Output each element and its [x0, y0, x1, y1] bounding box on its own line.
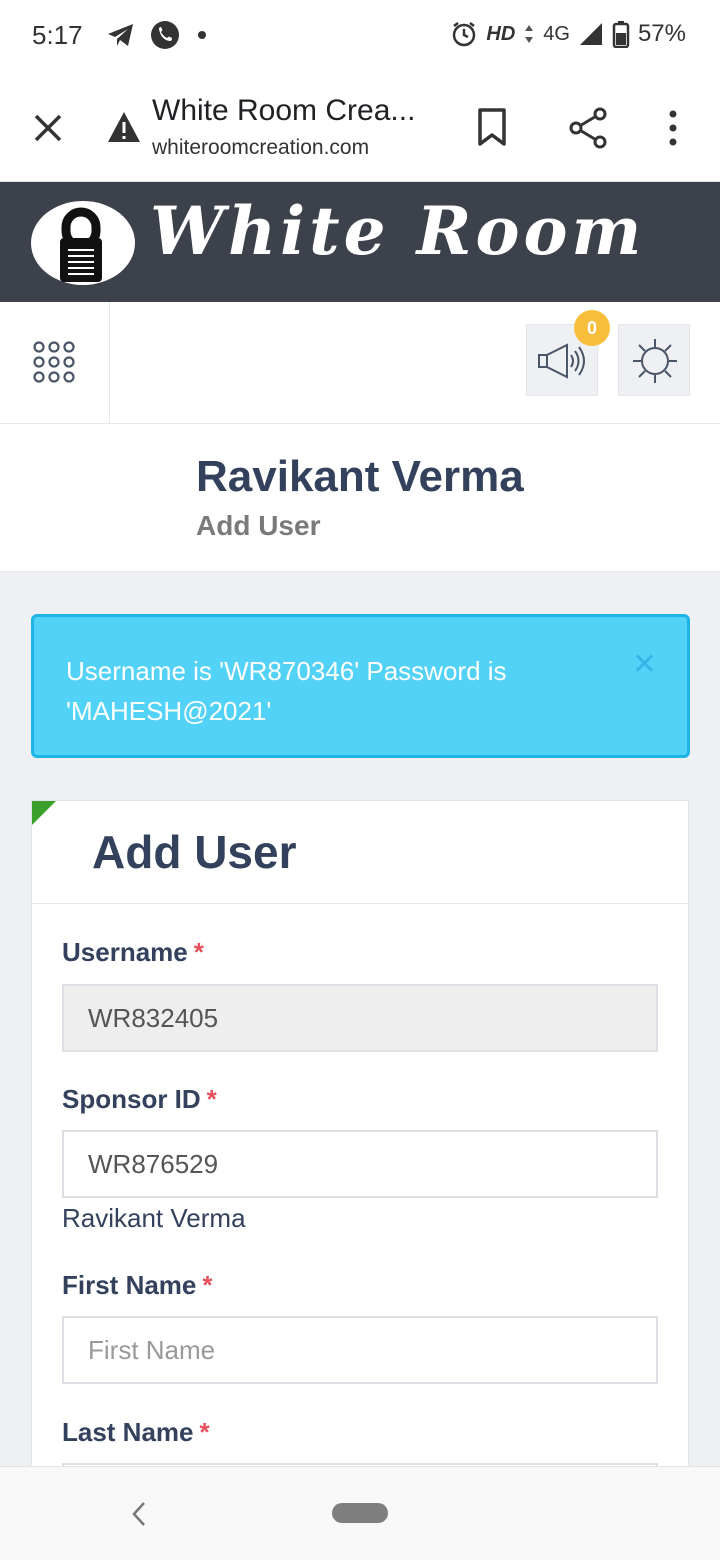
username-field[interactable]: WR832405 [62, 984, 658, 1052]
close-tab-button[interactable] [26, 106, 70, 150]
home-button[interactable] [332, 1503, 388, 1523]
alert-message: Username is 'WR870346' Password is 'MAHE… [66, 656, 507, 726]
page-subtitle: Add User [196, 510, 321, 541]
card-title: Add User [92, 826, 297, 878]
required-marker: * [193, 937, 204, 967]
back-button[interactable] [126, 1497, 152, 1531]
settings-button[interactable] [618, 324, 690, 396]
alarm-icon [453, 22, 476, 47]
battery-percent: 57% [637, 20, 686, 47]
bookmark-button[interactable] [472, 106, 512, 150]
share-button[interactable] [566, 106, 610, 150]
main-content: Username is 'WR870346' Password is 'MAHE… [0, 572, 720, 1466]
top-navigation: 0 [0, 302, 720, 424]
page-title[interactable]: White Room Crea... [152, 94, 432, 128]
alert-close-button[interactable]: ✕ [632, 647, 657, 682]
phone-call-icon [151, 21, 179, 49]
required-marker: * [202, 1270, 213, 1300]
hd-indicator: HD [486, 22, 516, 45]
more-options-button[interactable] [658, 106, 688, 150]
brand-banner: White Room [0, 182, 720, 302]
user-name-heading: Ravikant Verma [196, 452, 524, 501]
add-user-card: Add User Username * WR832405 Sponsor ID * … [31, 800, 689, 1466]
page-header: Ravikant Verma Add User [0, 424, 720, 572]
telegram-icon [108, 24, 133, 46]
card-corner-accent [32, 801, 56, 825]
sponsor-id-label: Sponsor ID * [62, 1084, 217, 1114]
data-arrows-icon [525, 25, 534, 43]
apps-grid-icon[interactable] [32, 340, 76, 384]
success-alert: Username is 'WR870346' Password is 'MAHE… [31, 614, 690, 758]
last-name-label: Last Name * [62, 1417, 210, 1447]
menu-area [0, 302, 110, 424]
status-time: 5:17 [32, 20, 83, 50]
username-label: Username * [62, 937, 204, 967]
brand-logo-icon [31, 201, 135, 285]
dot-icon [198, 31, 206, 39]
first-name-field[interactable]: First Name [62, 1316, 658, 1384]
sponsor-name-text: Ravikant Verma [62, 1203, 246, 1233]
sponsor-id-field[interactable]: WR876529 [62, 1130, 658, 1198]
battery-icon [612, 21, 630, 48]
brand-name: White Room [150, 192, 646, 270]
sun-settings-icon [633, 339, 677, 383]
first-name-label: First Name * [62, 1270, 213, 1300]
page-url[interactable]: whiteroomcreation.com [152, 136, 369, 160]
signal-icon [579, 23, 602, 45]
system-navigation-bar [0, 1466, 720, 1560]
browser-toolbar: White Room Crea... whiteroomcreation.com [0, 72, 720, 182]
warning-icon[interactable] [106, 110, 142, 144]
network-type: 4G [543, 22, 570, 45]
card-divider [32, 903, 688, 904]
notification-count-badge: 0 [574, 310, 610, 346]
required-marker: * [206, 1084, 217, 1114]
required-marker: * [199, 1417, 210, 1447]
status-bar: 5:17 HD 4G 57% [0, 0, 720, 72]
